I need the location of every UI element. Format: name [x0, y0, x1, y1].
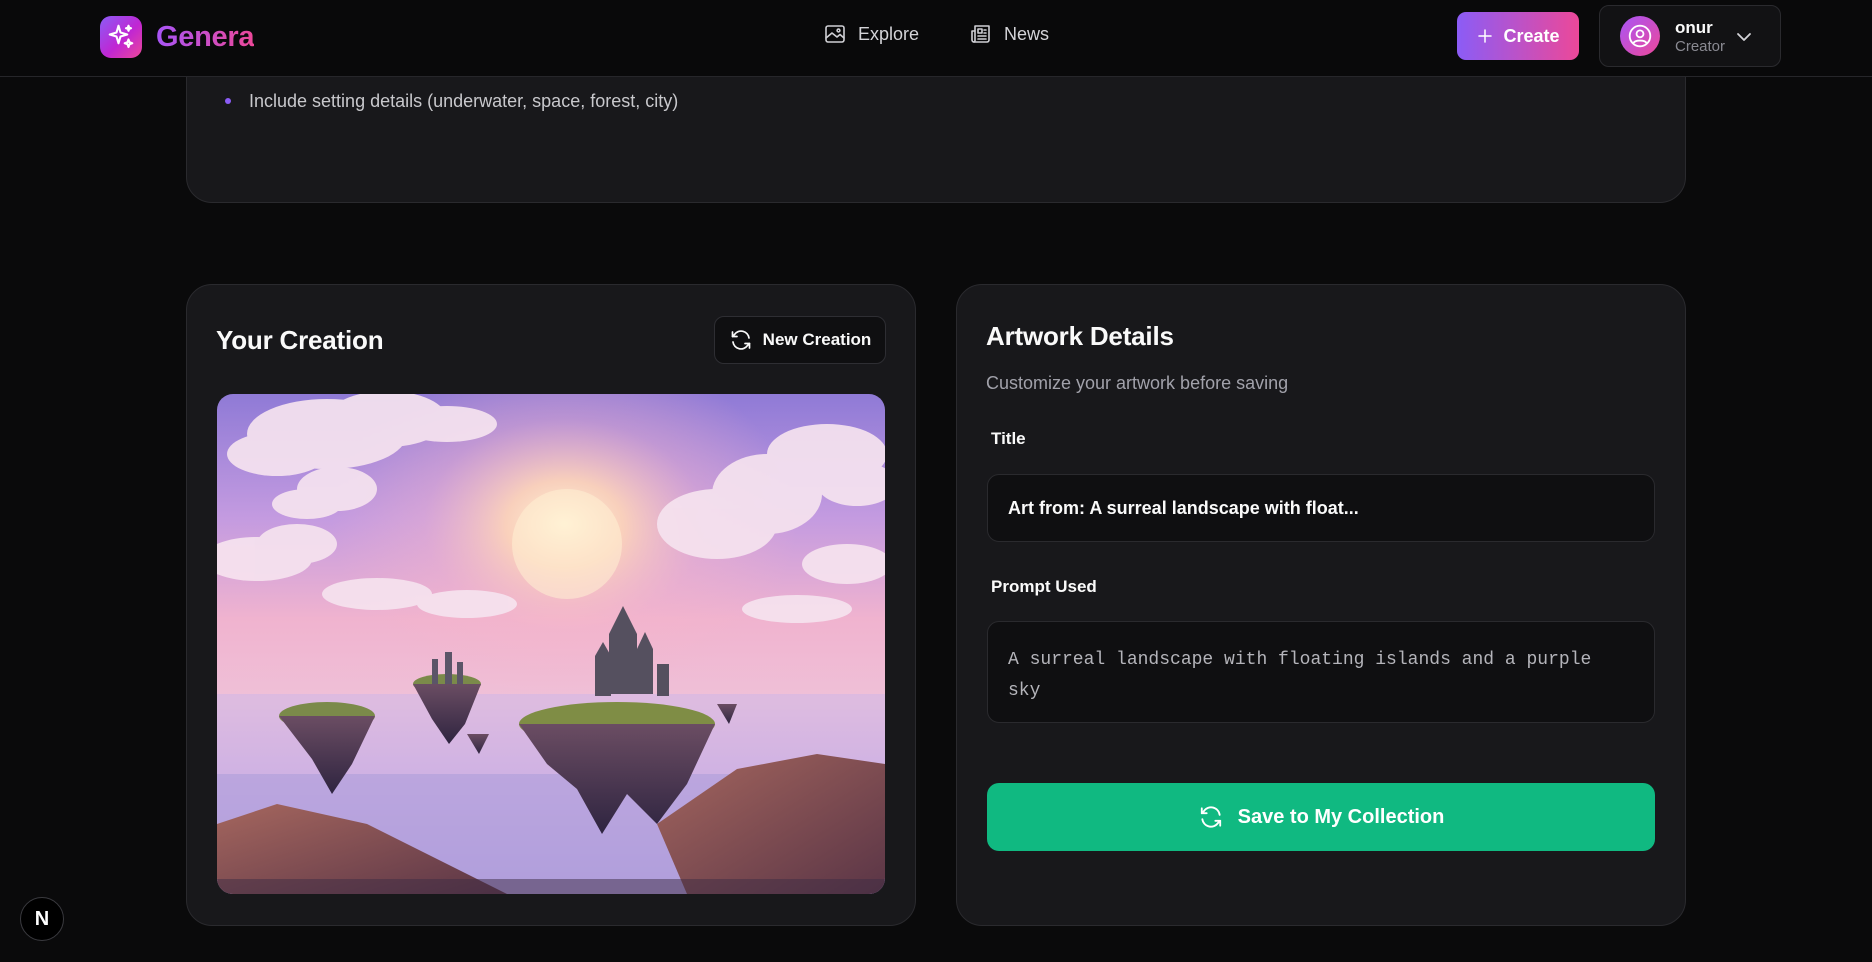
newspaper-icon: [971, 25, 990, 43]
prompt-field-label: Prompt Used: [991, 577, 1097, 596]
avatar: [1620, 16, 1660, 56]
top-nav-bar: Genera Explore News Create onur Creator: [0, 0, 1872, 77]
plus-icon: [1478, 29, 1493, 43]
image-icon: [825, 25, 845, 43]
brand-logo-link[interactable]: Genera: [100, 16, 254, 58]
creation-title: Your Creation: [216, 325, 384, 355]
details-title: Artwork Details: [986, 321, 1174, 351]
create-button[interactable]: Create: [1457, 12, 1579, 60]
chevron-down-icon: [1737, 33, 1751, 41]
prompt-used-textarea[interactable]: A surreal landscape with floating island…: [987, 621, 1655, 723]
main-nav: Explore News: [823, 22, 1049, 46]
dev-tools-badge[interactable]: N: [20, 897, 64, 941]
title-field-label: Title: [991, 429, 1026, 448]
user-menu[interactable]: onur Creator: [1599, 5, 1781, 67]
title-input[interactable]: [987, 474, 1655, 542]
save-to-collection-button[interactable]: Save to My Collection: [987, 783, 1655, 851]
nav-news[interactable]: News: [969, 22, 1049, 46]
creation-card: Your Creation New Creation: [186, 284, 916, 926]
refresh-icon: [1200, 806, 1221, 828]
dev-badge-letter: N: [34, 907, 50, 930]
user-name: onur: [1675, 17, 1713, 37]
new-creation-label: New Creation: [762, 330, 872, 349]
refresh-icon: [731, 330, 751, 350]
artwork-details-card: Artwork Details Customize your artwork b…: [956, 284, 1686, 926]
list-item: Include setting details (underwater, spa…: [225, 90, 739, 136]
save-button-label: Save to My Collection: [1237, 805, 1445, 828]
user-circle-icon: [1628, 24, 1652, 48]
nav-explore-label: Explore: [858, 23, 920, 44]
new-creation-button[interactable]: New Creation: [714, 316, 886, 364]
brand-name: Genera: [156, 20, 255, 53]
user-role: Creator: [1675, 37, 1726, 55]
nav-explore[interactable]: Explore: [823, 22, 919, 46]
generated-artwork-image: [217, 394, 885, 894]
nav-news-label: News: [1004, 23, 1050, 44]
details-subtitle: Customize your artwork before saving: [986, 373, 1289, 393]
create-button-label: Create: [1503, 25, 1560, 46]
sparkles-icon: [100, 16, 142, 58]
